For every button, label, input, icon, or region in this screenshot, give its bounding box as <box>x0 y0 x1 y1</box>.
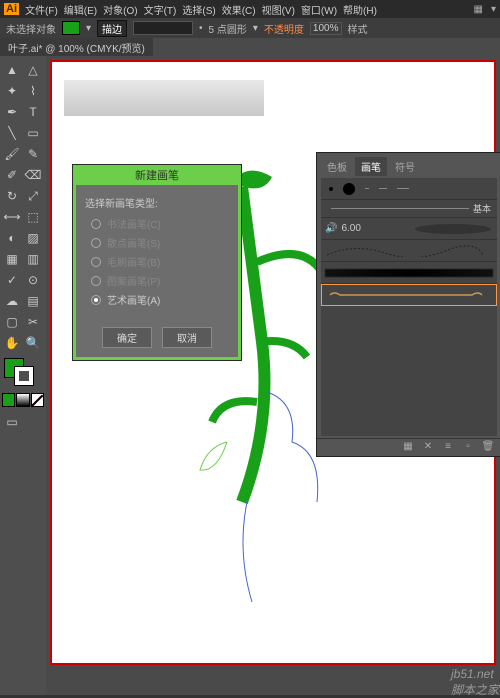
color-mode[interactable] <box>2 393 15 407</box>
ok-button[interactable]: 确定 <box>102 327 152 348</box>
screen-mode[interactable]: ▭ <box>2 412 22 432</box>
status-bar <box>46 671 500 695</box>
brushes-panel: 色板 画笔 符号 基本 🔊6.00 <box>316 152 500 457</box>
style-label[interactable]: 样式 <box>348 21 368 36</box>
toolbox: ▲△ ✦⌇ ✒T ╲▭ 🖌✎ ✐⌫ ↻⤢ ⟷⬚ ◐▨ ▦▥ ✓⊙ ☁▤ ▢✂ ✋… <box>0 56 46 695</box>
zoom-tool[interactable]: 🔍 <box>23 333 43 353</box>
control-bar: 未选择对象 ▾ 描边 • 5 点圆形 ▾ 不透明度 100% 样式 <box>0 18 500 38</box>
eraser-tool[interactable]: ⌫ <box>23 165 43 185</box>
pen-tool[interactable]: ✒ <box>2 102 22 122</box>
layout-icon[interactable]: ▦ <box>474 4 483 15</box>
symbol-sprayer-tool[interactable]: ☁ <box>2 291 22 311</box>
chevron-down-icon[interactable]: ▾ <box>253 23 258 34</box>
fill-swatch[interactable] <box>62 21 80 35</box>
gradient-tool[interactable]: ▥ <box>23 249 43 269</box>
app-logo: Ai <box>4 3 19 15</box>
type-tool[interactable]: T <box>23 102 43 122</box>
menu-window[interactable]: 窗口(W) <box>301 2 337 17</box>
radio-scatter[interactable]: 散点画笔(S) <box>91 235 229 250</box>
blend-tool[interactable]: ⊙ <box>23 270 43 290</box>
opacity-value[interactable]: 100% <box>310 22 342 35</box>
free-transform-tool[interactable]: ⬚ <box>23 207 43 227</box>
dialog-title: 新建画笔 <box>73 165 241 185</box>
scale-tool[interactable]: ⤢ <box>23 186 43 206</box>
menubar: Ai 文件(F) 编辑(E) 对象(O) 文字(T) 选择(S) 效果(C) 视… <box>0 0 500 18</box>
selection-status: 未选择对象 <box>6 21 56 36</box>
selection-tool[interactable]: ▲ <box>2 60 22 80</box>
eyedropper-tool[interactable]: ✓ <box>2 270 22 290</box>
delete-icon[interactable]: 🗑 <box>481 441 495 455</box>
dialog-label: 选择新画笔类型: <box>85 195 229 210</box>
document-tab[interactable]: 叶子.ai* @ 100% (CMYK/预览) <box>0 38 153 57</box>
brush-row-basic[interactable]: 基本 <box>321 200 497 218</box>
radio-bristle[interactable]: 毛刷画笔(B) <box>91 254 229 269</box>
watermark: jb51.net脚本之家 <box>451 667 499 698</box>
placeholder-rect <box>64 80 264 116</box>
width-tool[interactable]: ⟷ <box>2 207 22 227</box>
brush-list-empty <box>321 306 497 436</box>
chevron-down-icon[interactable]: ▾ <box>86 23 91 34</box>
dropdown-icon[interactable]: ▾ <box>491 4 496 15</box>
brush-row-size[interactable]: 🔊6.00 <box>321 218 497 240</box>
magic-wand-tool[interactable]: ✦ <box>2 81 22 101</box>
none-mode[interactable] <box>31 393 44 407</box>
menu-select[interactable]: 选择(S) <box>182 2 215 17</box>
pencil-tool[interactable]: ✎ <box>23 144 43 164</box>
artboard[interactable]: 新建画笔 选择新画笔类型: 书法画笔(C) 散点画笔(S) 毛刷画笔(B) 图案… <box>50 60 496 665</box>
brush-row-dotted[interactable] <box>321 240 497 262</box>
options-icon[interactable]: ≡ <box>441 441 455 455</box>
perspective-tool[interactable]: ▨ <box>23 228 43 248</box>
radio-calligraphic[interactable]: 书法画笔(C) <box>91 216 229 231</box>
brush-row-charcoal[interactable] <box>321 262 497 284</box>
library-icon[interactable]: ▦ <box>401 441 415 455</box>
artboard-tool[interactable]: ▢ <box>2 312 22 332</box>
brush-row-selected[interactable] <box>321 284 497 306</box>
menu-effect[interactable]: 效果(C) <box>222 2 256 17</box>
menu-help[interactable]: 帮助(H) <box>343 2 377 17</box>
direct-selection-tool[interactable]: △ <box>23 60 43 80</box>
blob-brush-tool[interactable]: ✐ <box>2 165 22 185</box>
tab-swatches[interactable]: 色板 <box>321 157 353 176</box>
radio-art[interactable]: 艺术画笔(A) <box>91 292 229 307</box>
new-brush-icon[interactable]: ▫ <box>461 441 475 455</box>
brush-row-calligraphic[interactable] <box>321 178 497 200</box>
opacity-label[interactable]: 不透明度 <box>264 21 304 36</box>
canvas-area: 新建画笔 选择新画笔类型: 书法画笔(C) 散点画笔(S) 毛刷画笔(B) 图案… <box>46 56 500 695</box>
menu-file[interactable]: 文件(F) <box>25 2 58 17</box>
paintbrush-tool[interactable]: 🖌 <box>2 144 22 164</box>
slice-tool[interactable]: ✂ <box>23 312 43 332</box>
lasso-tool[interactable]: ⌇ <box>23 81 43 101</box>
hand-tool[interactable]: ✋ <box>2 333 22 353</box>
fill-stroke-control[interactable] <box>2 358 44 390</box>
tab-brushes[interactable]: 画笔 <box>355 157 387 176</box>
radio-pattern[interactable]: 图案画笔(P) <box>91 273 229 288</box>
graph-tool[interactable]: ▤ <box>23 291 43 311</box>
new-brush-dialog: 新建画笔 选择新画笔类型: 书法画笔(C) 散点画笔(S) 毛刷画笔(B) 图案… <box>72 164 242 361</box>
menu-view[interactable]: 视图(V) <box>262 2 295 17</box>
tab-symbols[interactable]: 符号 <box>389 157 421 176</box>
rectangle-tool[interactable]: ▭ <box>23 123 43 143</box>
menu-edit[interactable]: 编辑(E) <box>64 2 97 17</box>
stroke-weight-dropdown[interactable] <box>133 21 193 35</box>
menu-object[interactable]: 对象(O) <box>103 2 137 17</box>
line-tool[interactable]: ╲ <box>2 123 22 143</box>
shape-builder-tool[interactable]: ◐ <box>2 228 22 248</box>
stroke-color[interactable] <box>14 366 34 386</box>
gradient-mode[interactable] <box>16 393 29 407</box>
document-tabs: 叶子.ai* @ 100% (CMYK/预览) <box>0 38 500 56</box>
menu-type[interactable]: 文字(T) <box>144 2 177 17</box>
brush-preset[interactable]: 5 点圆形 <box>209 21 247 36</box>
rotate-tool[interactable]: ↻ <box>2 186 22 206</box>
stroke-button[interactable]: 描边 <box>97 20 127 37</box>
mesh-tool[interactable]: ▦ <box>2 249 22 269</box>
cancel-button[interactable]: 取消 <box>162 327 212 348</box>
remove-stroke-icon[interactable]: ✕ <box>421 441 435 455</box>
